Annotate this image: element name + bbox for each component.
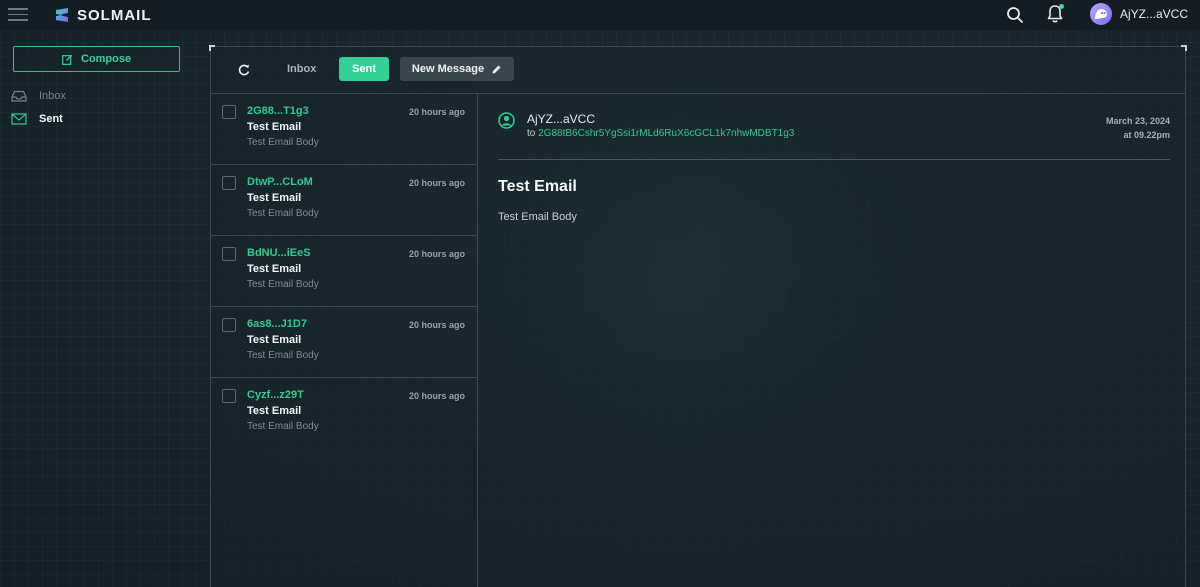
notification-dot: [1059, 4, 1064, 9]
message-time: 20 hours ago: [408, 249, 465, 259]
message-checkbox[interactable]: [222, 176, 236, 190]
sidebar-item-inbox[interactable]: Inbox: [11, 90, 66, 102]
message-sender: 6as8...J1D7: [247, 318, 307, 330]
app-window: SOLMAIL AjYZ...aVCC Compose Inbox Sent I…: [0, 0, 1200, 587]
list-item[interactable]: BdNU...iEeS 20 hours ago Test Email Test…: [211, 236, 477, 307]
reading-pane: AjYZ...aVCC to 2G88tB6Cshr5YgSsi1rMLd6Ru…: [479, 94, 1186, 587]
message-subject: Test Email: [247, 334, 302, 346]
brand[interactable]: SOLMAIL: [52, 5, 152, 25]
compose-icon: [62, 54, 73, 65]
message-subject: Test Email: [247, 192, 302, 204]
message-sender: DtwP...CLoM: [247, 176, 313, 188]
message-sender: Cyzf...z29T: [247, 389, 304, 401]
reader-subject: Test Email: [498, 178, 577, 195]
message-sender: 2G88...T1g3: [247, 105, 309, 117]
divider: [498, 159, 1170, 160]
search-button[interactable]: [1005, 5, 1025, 25]
message-time: 20 hours ago: [408, 107, 465, 117]
list-item[interactable]: 6as8...J1D7 20 hours ago Test Email Test…: [211, 307, 477, 378]
tab-sent[interactable]: Sent: [339, 57, 389, 81]
message-time: 20 hours ago: [408, 391, 465, 401]
message-time: 20 hours ago: [408, 320, 465, 330]
mail-icon: [11, 113, 27, 125]
notifications-button[interactable]: [1045, 4, 1065, 24]
new-message-label: New Message: [411, 63, 485, 75]
reader-date-day: March 23, 2024: [1105, 116, 1170, 126]
message-preview: Test Email Body: [247, 137, 319, 148]
reader-recipient: to 2G88tB6Cshr5YgSsi1rMLd6RuX6cGCL1k7nhw…: [527, 128, 794, 139]
compose-button[interactable]: Compose: [13, 46, 180, 72]
pencil-icon: [492, 65, 501, 73]
list-item[interactable]: DtwP...CLoM 20 hours ago Test Email Test…: [211, 165, 477, 236]
tab-inbox[interactable]: Inbox: [279, 57, 324, 81]
message-time: 20 hours ago: [408, 178, 465, 188]
list-item[interactable]: Cyzf...z29T 20 hours ago Test Email Test…: [211, 378, 477, 449]
message-list: 2G88...T1g3 20 hours ago Test Email Test…: [211, 94, 478, 587]
solmail-logo-icon: [56, 8, 68, 22]
inbox-icon: [11, 90, 27, 102]
message-sender: BdNU...iEeS: [247, 247, 311, 259]
reader-body: Test Email Body: [498, 211, 577, 223]
new-message-button[interactable]: New Message: [400, 57, 514, 81]
top-bar: SOLMAIL AjYZ...aVCC: [0, 0, 1200, 30]
list-item[interactable]: 2G88...T1g3 20 hours ago Test Email Test…: [211, 94, 477, 165]
message-checkbox[interactable]: [222, 389, 236, 403]
user-menu[interactable]: AjYZ...aVCC: [1089, 3, 1188, 25]
reader-sender: AjYZ...aVCC: [527, 112, 596, 126]
brand-name: SOLMAIL: [77, 6, 152, 24]
to-prefix: to: [527, 128, 536, 139]
sidebar-item-label: Sent: [39, 113, 63, 125]
reader-date-time: at 09.22pm: [1123, 130, 1170, 140]
user-circle-icon: [498, 112, 515, 129]
message-checkbox[interactable]: [222, 247, 236, 261]
search-icon: [1007, 7, 1023, 23]
ghost-icon: [1094, 9, 1107, 19]
sidebar: Compose Inbox Sent: [0, 30, 195, 587]
compose-label: Compose: [80, 53, 132, 65]
message-subject: Test Email: [247, 121, 302, 133]
message-preview: Test Email Body: [247, 421, 319, 432]
message-preview: Test Email Body: [247, 350, 319, 361]
message-checkbox[interactable]: [222, 105, 236, 119]
reader-date: March 23, 2024 at 09.22pm: [1106, 114, 1170, 142]
recipient-address[interactable]: 2G88tB6Cshr5YgSsi1rMLd6RuX6cGCL1k7nhwMDB…: [538, 128, 794, 139]
message-subject: Test Email: [247, 263, 302, 275]
menu-icon[interactable]: [8, 8, 28, 22]
avatar: [1089, 3, 1112, 25]
message-checkbox[interactable]: [222, 318, 236, 332]
mail-toolbar: Inbox Sent New Message: [211, 47, 1185, 94]
refresh-icon[interactable]: [237, 63, 251, 77]
mail-panel: Inbox Sent New Message 2G88...T1g3 20 ho…: [209, 45, 1187, 587]
message-preview: Test Email Body: [247, 279, 319, 290]
message-subject: Test Email: [247, 405, 302, 417]
sidebar-item-label: Inbox: [39, 90, 66, 102]
message-preview: Test Email Body: [247, 208, 319, 219]
sidebar-item-sent[interactable]: Sent: [11, 113, 63, 125]
user-name: AjYZ...aVCC: [1119, 7, 1188, 21]
